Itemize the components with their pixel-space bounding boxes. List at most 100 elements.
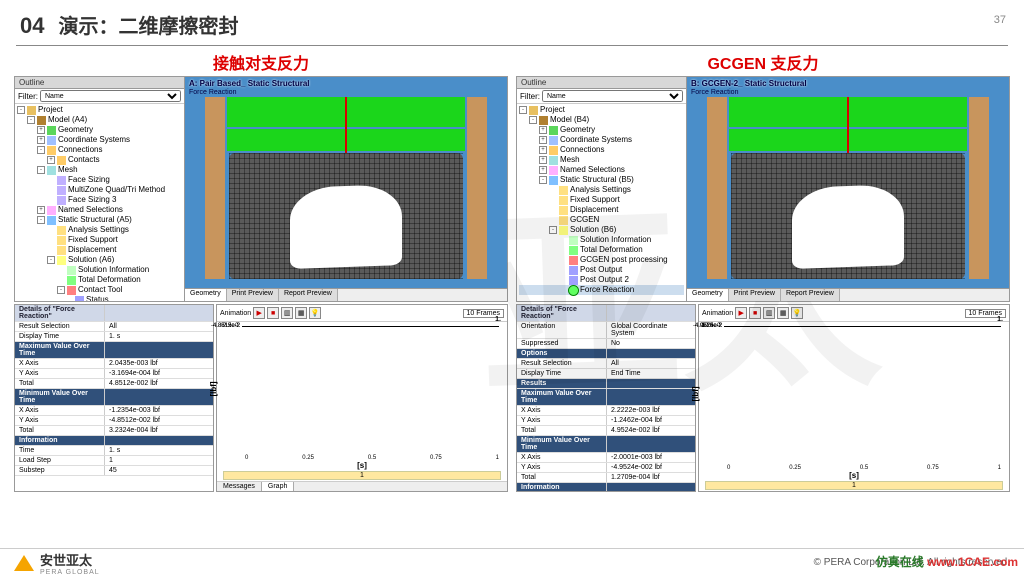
tree-item[interactable]: Face Sizing xyxy=(17,175,182,185)
tree-item[interactable]: -Connections xyxy=(17,145,182,155)
tree-item[interactable]: Fixed Support xyxy=(519,195,684,205)
graphics-view[interactable]: A: Pair Based_ Static Structural Force R… xyxy=(185,77,507,301)
chart-plot[interactable]: 4.9524e-23.75e-22.5e-21.25e-20.-1.25e-2-… xyxy=(727,326,1001,327)
expand-icon[interactable]: + xyxy=(539,126,547,134)
detail-value[interactable]: -1.2354e-003 lbf xyxy=(105,406,213,415)
tree-item[interactable]: -Solution (A6) xyxy=(17,255,182,265)
tree-item[interactable]: +Mesh xyxy=(519,155,684,165)
tree-item[interactable]: Total Deformation xyxy=(17,275,182,285)
tab-graph[interactable]: Graph xyxy=(262,482,294,491)
tree-item[interactable]: Post Output xyxy=(519,265,684,275)
detail-value[interactable]: 2.2222e-003 lbf xyxy=(607,406,695,415)
detail-value[interactable]: Global Coordinate System xyxy=(607,322,695,338)
detail-value[interactable]: 2.0435e-003 lbf xyxy=(105,359,213,368)
detail-value[interactable]: 4.9524e-002 lbf xyxy=(607,426,695,435)
expand-icon[interactable]: + xyxy=(37,126,45,134)
tab-report-preview[interactable]: Report Preview xyxy=(781,289,840,301)
tree-item[interactable]: Displacement xyxy=(519,205,684,215)
detail-value[interactable]: All xyxy=(607,359,695,368)
tab-geometry[interactable]: Geometry xyxy=(185,289,227,301)
tree-item[interactable]: -Project xyxy=(17,105,182,115)
anim-opt1-button[interactable]: ▥ xyxy=(281,307,293,319)
expand-icon[interactable]: + xyxy=(37,206,45,214)
expand-icon[interactable]: + xyxy=(539,166,547,174)
filter-select[interactable]: Name xyxy=(542,90,683,102)
tree-item[interactable]: Force Reaction xyxy=(519,285,684,295)
tree-item[interactable]: +Named Selections xyxy=(519,165,684,175)
expand-icon[interactable]: - xyxy=(37,216,45,224)
detail-value[interactable]: 45 xyxy=(105,466,213,475)
tree-item[interactable]: +Coordinate Systems xyxy=(519,135,684,145)
tree-item[interactable]: GCGEN post processing xyxy=(519,255,684,265)
expand-icon[interactable]: - xyxy=(27,116,35,124)
graphics-view[interactable]: B: GCGEN-2_ Static Structural Force Reac… xyxy=(687,77,1009,301)
expand-icon[interactable]: - xyxy=(57,286,65,294)
tree-item[interactable]: GCGEN xyxy=(519,215,684,225)
expand-icon[interactable]: + xyxy=(37,136,45,144)
detail-value[interactable]: 1. s xyxy=(105,446,213,455)
tree-item[interactable]: -Project xyxy=(519,105,684,115)
tab-messages[interactable]: Messages xyxy=(217,482,262,491)
tree-item[interactable]: Analysis Settings xyxy=(519,185,684,195)
tree-item[interactable]: +Geometry xyxy=(519,125,684,135)
tab-print-preview[interactable]: Print Preview xyxy=(729,289,781,301)
tree-item[interactable]: MultiZone Quad/Tri Method xyxy=(17,185,182,195)
tab-report-preview[interactable]: Report Preview xyxy=(279,289,338,301)
tree-item[interactable]: Fixed Support xyxy=(17,235,182,245)
detail-value[interactable]: 1. s xyxy=(105,332,213,341)
expand-icon[interactable]: - xyxy=(37,166,45,174)
tree-item[interactable]: -Model (A4) xyxy=(17,115,182,125)
expand-icon[interactable]: + xyxy=(539,156,547,164)
expand-icon[interactable]: - xyxy=(519,106,527,114)
expand-icon[interactable]: - xyxy=(549,226,557,234)
expand-icon[interactable]: - xyxy=(529,116,537,124)
tree-item[interactable]: Face Sizing 3 xyxy=(17,195,182,205)
anim-opt2-button[interactable]: ▦ xyxy=(777,307,789,319)
detail-value[interactable]: -1.2462e-004 lbf xyxy=(607,416,695,425)
expand-icon[interactable]: + xyxy=(47,156,55,164)
tree-item[interactable]: Solution Information xyxy=(17,265,182,275)
tree-item[interactable]: -Model (B4) xyxy=(519,115,684,125)
tree-item[interactable]: +Connections xyxy=(519,145,684,155)
tree-item[interactable]: +Named Selections xyxy=(17,205,182,215)
play-button[interactable]: ▶ xyxy=(253,307,265,319)
detail-value[interactable]: 3.2324e-004 lbf xyxy=(105,426,213,435)
play-button[interactable]: ▶ xyxy=(735,307,747,319)
chart-plot[interactable]: 4.8512e-22.5e-20.-2.5e-2-4.8512e-21. xyxy=(245,326,499,327)
tree-item[interactable]: Post Output 2 xyxy=(519,275,684,285)
anim-opt1-button[interactable]: ▥ xyxy=(763,307,775,319)
expand-icon[interactable]: - xyxy=(539,176,547,184)
tree-item[interactable]: -Solution (B6) xyxy=(519,225,684,235)
tab-geometry[interactable]: Geometry xyxy=(687,289,729,301)
expand-icon[interactable]: - xyxy=(37,146,45,154)
expand-icon[interactable]: + xyxy=(539,146,547,154)
project-tree[interactable]: -Project-Model (B4)+Geometry+Coordinate … xyxy=(517,104,686,301)
bulb-icon[interactable]: 💡 xyxy=(791,307,803,319)
detail-value[interactable]: All xyxy=(105,322,213,331)
detail-value[interactable]: 1.2709e-004 lbf xyxy=(607,473,695,482)
tree-item[interactable]: Analysis Settings xyxy=(17,225,182,235)
tab-print-preview[interactable]: Print Preview xyxy=(227,289,279,301)
detail-value[interactable]: -4.8512e-002 lbf xyxy=(105,416,213,425)
detail-value[interactable]: End Time xyxy=(607,369,695,378)
tree-item[interactable]: +Geometry xyxy=(17,125,182,135)
tree-item[interactable]: -Static Structural (A5) xyxy=(17,215,182,225)
detail-value[interactable]: 1 xyxy=(105,456,213,465)
bulb-icon[interactable]: 💡 xyxy=(309,307,321,319)
tree-item[interactable]: Status xyxy=(17,295,182,301)
detail-value[interactable]: -2.0001e-003 lbf xyxy=(607,453,695,462)
stop-button[interactable]: ■ xyxy=(749,307,761,319)
expand-icon[interactable]: - xyxy=(17,106,25,114)
detail-value[interactable]: -3.1694e-004 lbf xyxy=(105,369,213,378)
tree-item[interactable]: Solution Information xyxy=(519,235,684,245)
tree-item[interactable]: Displacement xyxy=(17,245,182,255)
tree-item[interactable]: +Contacts xyxy=(17,155,182,165)
project-tree[interactable]: -Project-Model (A4)+Geometry+Coordinate … xyxy=(15,104,184,301)
tree-item[interactable]: -Static Structural (B5) xyxy=(519,175,684,185)
detail-value[interactable]: 4.8512e-002 lbf xyxy=(105,379,213,388)
anim-opt2-button[interactable]: ▦ xyxy=(295,307,307,319)
stop-button[interactable]: ■ xyxy=(267,307,279,319)
tree-item[interactable]: -Contact Tool xyxy=(17,285,182,295)
expand-icon[interactable]: - xyxy=(47,256,55,264)
filter-select[interactable]: Name xyxy=(40,90,181,102)
